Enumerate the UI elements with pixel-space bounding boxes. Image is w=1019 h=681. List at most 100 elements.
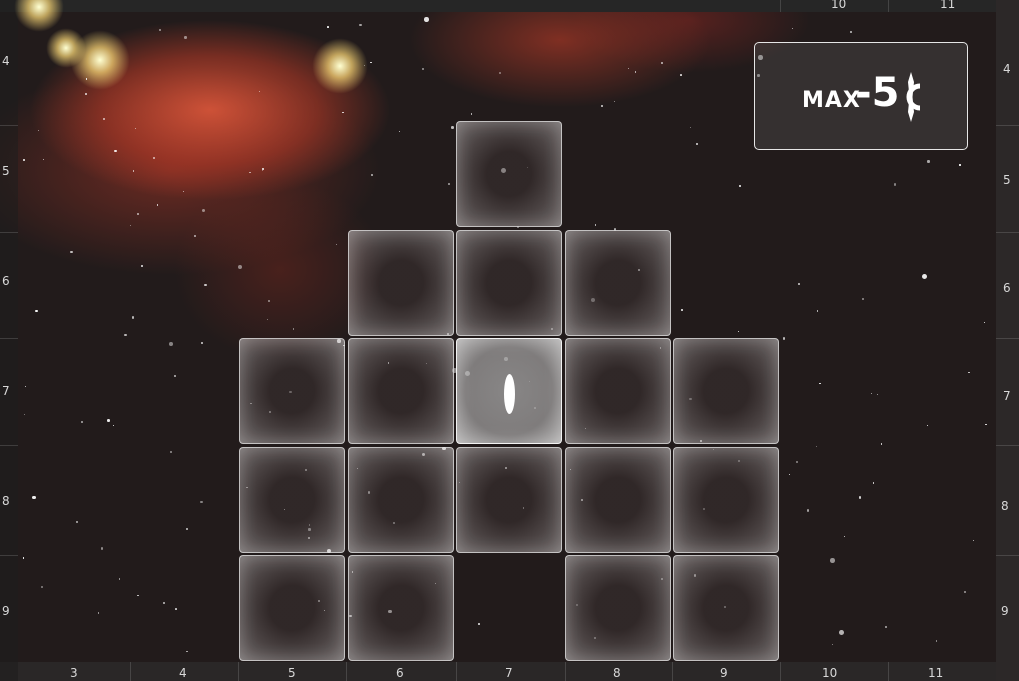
star [816, 310, 818, 312]
game-board: 10 11 3 4 5 6 7 8 9 10 11 4 5 6 7 8 9 4 … [0, 0, 1019, 681]
star [816, 445, 818, 447]
star [690, 126, 692, 128]
grid-tile-r3-c1[interactable] [239, 338, 345, 444]
star [594, 224, 596, 226]
star [124, 333, 127, 337]
grid-tile-r5-c1[interactable] [239, 555, 345, 661]
board-top-edge [0, 0, 1019, 12]
star [371, 174, 373, 176]
bottom-tick-11: 11 [928, 666, 944, 680]
star [471, 113, 473, 115]
star [370, 62, 372, 64]
star [162, 601, 165, 604]
star [600, 104, 604, 108]
grid-tile-r1-c3[interactable] [456, 121, 562, 227]
star [204, 283, 207, 287]
star [363, 64, 365, 67]
star [884, 626, 887, 629]
grid-tile-r3-c2[interactable] [348, 338, 454, 444]
star [131, 316, 135, 319]
star [451, 126, 454, 130]
star [819, 382, 822, 385]
star [84, 92, 87, 95]
star [972, 539, 975, 542]
star [791, 27, 793, 29]
grid-tile-r2-c2[interactable] [348, 230, 454, 336]
grid-tile-r4-c3[interactable] [456, 447, 562, 553]
grid-tile-r4-c2[interactable] [348, 447, 454, 553]
grid-tile-r4-c1[interactable] [239, 447, 345, 553]
star [85, 78, 88, 80]
star [259, 91, 261, 93]
star [136, 213, 139, 216]
bright-star [14, 0, 64, 32]
star [261, 169, 264, 172]
board-left-edge [0, 0, 18, 681]
grid-tile-r4-c5[interactable] [673, 447, 779, 553]
star [37, 130, 39, 132]
bottom-tick-5: 5 [288, 666, 296, 680]
left-tick-5: 5 [2, 164, 10, 178]
grid-tile-r3-c4[interactable] [565, 338, 671, 444]
grid-tile-r2-c3[interactable] [456, 230, 562, 336]
star [849, 30, 852, 33]
top-tick-11: 11 [940, 0, 956, 11]
star [959, 164, 961, 166]
bottom-tick-7: 7 [505, 666, 513, 680]
star [169, 342, 173, 347]
star [782, 337, 786, 340]
star [963, 590, 967, 594]
star [876, 393, 879, 396]
star [268, 300, 271, 303]
star [102, 117, 105, 120]
star [935, 640, 937, 642]
star [448, 183, 451, 185]
star [499, 72, 502, 75]
star [156, 204, 158, 206]
star [248, 171, 251, 174]
bright-star [312, 38, 368, 94]
grid-tile-r5-c4[interactable] [565, 555, 671, 661]
right-tick-8: 8 [1001, 499, 1009, 513]
star [695, 142, 698, 145]
star [870, 392, 873, 395]
star [983, 321, 986, 324]
star [872, 482, 875, 484]
star [107, 419, 110, 422]
star [24, 386, 27, 388]
grid-tile-r5-c2[interactable] [348, 555, 454, 661]
star [679, 73, 682, 76]
star [737, 330, 740, 332]
grid-tile-r5-c5[interactable] [673, 555, 779, 661]
star [796, 460, 799, 463]
left-tick-6: 6 [2, 274, 10, 288]
grid-tile-r4-c4[interactable] [565, 447, 671, 553]
star [327, 25, 329, 28]
bottom-tick-9: 9 [720, 666, 728, 680]
star [193, 235, 197, 238]
grid-tile-r2-c4[interactable] [565, 230, 671, 336]
bottom-tick-10: 10 [822, 666, 838, 680]
star [399, 131, 401, 133]
star [118, 578, 121, 580]
star [858, 496, 862, 499]
ship-icon[interactable] [504, 374, 515, 414]
star [342, 111, 344, 114]
max-label: MAX [802, 88, 861, 113]
star [170, 450, 173, 453]
star [23, 159, 26, 162]
star [70, 251, 73, 254]
star [628, 67, 630, 69]
star [23, 413, 26, 416]
star [201, 342, 203, 344]
star [137, 594, 139, 597]
star [798, 283, 801, 286]
star [335, 243, 337, 245]
grid-tile-r3-c5[interactable] [673, 338, 779, 444]
star [129, 224, 132, 227]
star [613, 101, 615, 103]
star [968, 371, 970, 373]
star [186, 650, 188, 653]
star [261, 167, 264, 170]
star [421, 67, 425, 71]
